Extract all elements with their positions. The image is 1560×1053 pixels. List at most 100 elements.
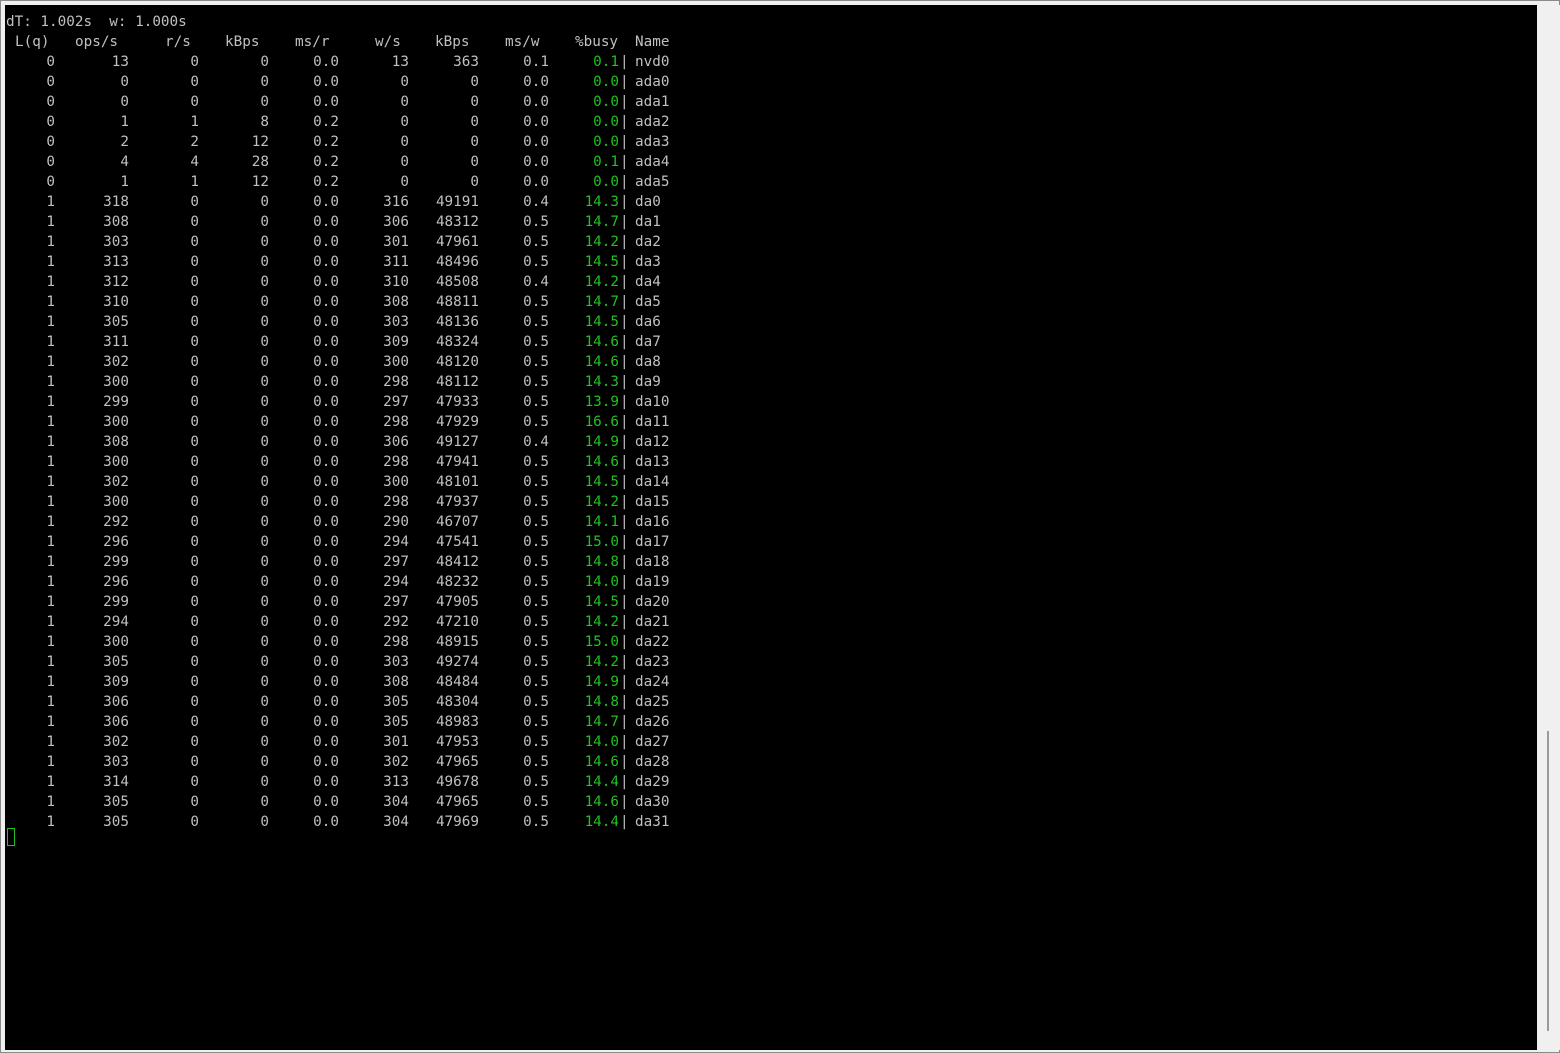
cell-kbps-read: 0 [260,674,269,690]
cell-kbps-read: 12 [251,134,269,150]
cell-kbps-write: 47941 [435,454,479,470]
cell-ops: 294 [103,614,129,630]
cell-separator: | [620,814,629,830]
cell-separator: | [620,674,629,690]
cell-msw: 0.5 [523,374,549,390]
cell-busy: 14.2 [584,494,619,510]
cell-separator: | [620,74,629,90]
cell-rs: 0 [190,654,199,670]
cell-rs: 0 [190,474,199,490]
cell-lq: 1 [46,634,55,650]
cell-separator: | [620,494,629,510]
cell-kbps-read: 8 [260,114,269,130]
cell-msr: 0.0 [313,814,339,830]
cell-ws: 297 [383,554,409,570]
cell-kbps-write: 47969 [435,814,479,830]
cell-busy: 14.6 [584,354,619,370]
cell-ops: 300 [103,414,129,430]
cell-msw: 0.0 [523,174,549,190]
cell-ws: 294 [383,574,409,590]
cell-busy: 14.4 [584,774,619,790]
cell-kbps-read: 0 [260,734,269,750]
scrollbar-thumb[interactable] [1547,731,1549,1031]
cell-ops: 13 [111,54,129,70]
cell-lq: 1 [46,334,55,350]
cell-busy: 14.0 [584,574,619,590]
table-row: 1 300 0 0 0.0 298 47937 0.5 14.2 | da15 [5,492,705,512]
cell-kbps-read: 0 [260,414,269,430]
cell-rs: 2 [190,134,199,150]
cell-name: da17 [635,534,670,550]
cell-msr: 0.0 [313,334,339,350]
cell-msr: 0.0 [313,794,339,810]
cell-kbps-read: 0 [260,654,269,670]
cell-rs: 0 [190,94,199,110]
table-row: 1 314 0 0 0.0 313 49678 0.5 14.4 | da29 [5,772,705,792]
header-ops: ops/s [75,34,119,50]
cell-msr: 0.2 [313,134,339,150]
cell-lq: 1 [46,434,55,450]
table-row: 1 305 0 0 0.0 304 47969 0.5 14.4 | da31 [5,812,705,832]
cell-busy: 14.6 [584,754,619,770]
cell-separator: | [620,254,629,270]
cell-busy: 14.7 [584,714,619,730]
table-row: 1 318 0 0 0.0 316 49191 0.4 14.3 | da0 [5,192,705,212]
cell-rs: 0 [190,634,199,650]
cell-lq: 1 [46,194,55,210]
cell-kbps-read: 0 [260,334,269,350]
cell-ws: 297 [383,594,409,610]
cell-kbps-read: 0 [260,814,269,830]
cell-rs: 0 [190,794,199,810]
cell-kbps-read: 0 [260,74,269,90]
cell-ops: 314 [103,774,129,790]
cell-separator: | [620,534,629,550]
cell-name: da8 [635,354,661,370]
cell-msw: 0.5 [523,494,549,510]
cell-ops: 0 [120,74,129,90]
cell-kbps-write: 48983 [435,714,479,730]
cell-ops: 305 [103,794,129,810]
table-row: 1 296 0 0 0.0 294 48232 0.5 14.0 | da19 [5,572,705,592]
cell-name: da30 [635,794,670,810]
cell-ws: 298 [383,634,409,650]
header-ws: w/s [375,34,401,50]
cell-ws: 316 [383,194,409,210]
cell-busy: 14.9 [584,434,619,450]
cell-rs: 1 [190,174,199,190]
cell-ops: 302 [103,474,129,490]
cell-ops: 292 [103,514,129,530]
header-name: Name [635,34,670,50]
cell-ops: 299 [103,554,129,570]
vertical-scrollbar[interactable] [1538,5,1560,1050]
cell-separator: | [620,54,629,70]
cell-rs: 0 [190,714,199,730]
cell-separator: | [620,594,629,610]
cell-kbps-write: 48232 [435,574,479,590]
cell-separator: | [620,154,629,170]
cell-ws: 0 [400,74,409,90]
cell-ws: 0 [400,174,409,190]
cell-ws: 305 [383,694,409,710]
cell-separator: | [620,94,629,110]
cell-lq: 1 [46,594,55,610]
cell-msw: 0.5 [523,574,549,590]
cell-msw: 0.5 [523,654,549,670]
cell-ws: 298 [383,454,409,470]
cell-lq: 1 [46,534,55,550]
cell-msr: 0.0 [313,74,339,90]
cell-rs: 0 [190,594,199,610]
cell-msr: 0.0 [313,314,339,330]
cell-rs: 0 [190,74,199,90]
cell-msw: 0.5 [523,474,549,490]
header-msr: ms/r [295,34,330,50]
cell-kbps-write: 0 [470,94,479,110]
cell-msr: 0.2 [313,174,339,190]
terminal-screen[interactable]: dT: 1.002s w: 1.000s L(q) ops/s r/s kBps… [5,5,1537,1050]
cell-ops: 300 [103,634,129,650]
status-line: dT: 1.002s w: 1.000s [5,12,705,32]
cell-lq: 1 [46,814,55,830]
cell-separator: | [620,714,629,730]
table-row: 0 1 1 12 0.2 0 0 0.0 0.0 | ada5 [5,172,705,192]
cell-rs: 0 [190,234,199,250]
cell-busy: 14.1 [584,514,619,530]
